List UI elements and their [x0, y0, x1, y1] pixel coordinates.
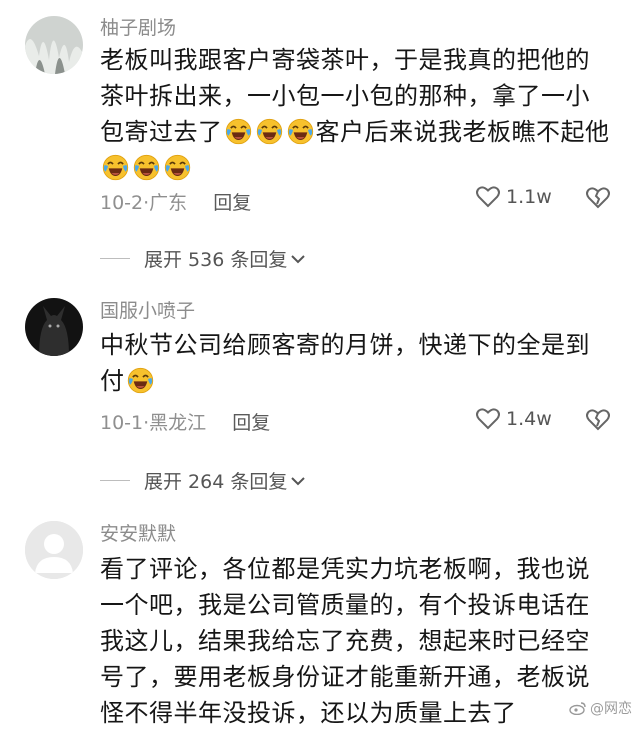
watermark: @网恋	[569, 698, 632, 718]
weibo-logo-icon	[569, 702, 586, 715]
dislike-button[interactable]	[586, 187, 610, 213]
crying-laughing-emoji-icon	[102, 154, 129, 181]
comment-text: 看了评论，各位都是凭实力坑老板啊，我也说一个吧，我是公司管质量的，有个投诉电话在…	[100, 551, 610, 731]
crying-laughing-emoji-icon	[256, 118, 283, 145]
username[interactable]: 安安默默	[100, 519, 176, 546]
username[interactable]: 柚子剧场	[100, 13, 176, 40]
avatar[interactable]	[25, 16, 83, 74]
comment-text-part: 客户后来说我老板瞧不起他	[315, 118, 610, 146]
divider	[100, 258, 130, 259]
comment-date: 10-2·	[100, 192, 150, 214]
comment-meta: 10-1·黑龙江 回复	[100, 408, 270, 435]
comment-text: 老板叫我跟客户寄袋茶叶，于是我真的把他的茶叶拆出来，一小包一小包的那种，拿了一小…	[100, 42, 610, 186]
username[interactable]: 国服小喷子	[100, 296, 195, 323]
comment-location: 广东	[149, 192, 188, 214]
comment-date: 10-1·	[100, 412, 150, 434]
comment-text-part: 中秋节公司给顾客寄的月饼，快递下的全是到付	[100, 331, 590, 395]
expand-replies-label: 展开 536 条回复	[144, 249, 288, 271]
like-button[interactable]: 1.4w	[476, 408, 552, 430]
avatar[interactable]	[25, 298, 83, 356]
chevron-down-icon	[291, 254, 306, 263]
crying-laughing-emoji-icon	[287, 118, 314, 145]
like-count: 1.1w	[506, 186, 552, 208]
comment-text-part: 看了评论，各位都是凭实力坑老板啊，我也说一个吧，我是公司管质量的，有个投诉电话在…	[100, 555, 590, 727]
expand-replies-button[interactable]: 展开 264 条回复	[100, 467, 306, 494]
expand-replies-label: 展开 264 条回复	[144, 471, 288, 493]
crying-laughing-emoji-icon	[164, 154, 191, 181]
crying-laughing-emoji-icon	[127, 367, 154, 394]
expand-replies-button[interactable]: 展开 536 条回复	[100, 245, 306, 272]
divider	[100, 480, 130, 481]
heart-outline-icon	[476, 408, 500, 430]
dislike-button[interactable]	[586, 409, 610, 435]
reply-button[interactable]: 回复	[232, 412, 270, 434]
chevron-down-icon	[291, 476, 306, 485]
comment-text: 中秋节公司给顾客寄的月饼，快递下的全是到付	[100, 327, 610, 399]
crying-laughing-emoji-icon	[225, 118, 252, 145]
comment-location: 黑龙江	[149, 412, 207, 434]
reply-button[interactable]: 回复	[213, 192, 251, 214]
crying-laughing-emoji-icon	[133, 154, 160, 181]
broken-heart-icon	[586, 409, 610, 431]
broken-heart-icon	[586, 187, 610, 209]
like-button[interactable]: 1.1w	[476, 186, 552, 208]
watermark-text: @网恋	[590, 701, 632, 717]
like-count: 1.4w	[506, 408, 552, 430]
avatar[interactable]	[25, 521, 83, 579]
comment-meta: 10-2·广东 回复	[100, 188, 251, 215]
heart-outline-icon	[476, 186, 500, 208]
